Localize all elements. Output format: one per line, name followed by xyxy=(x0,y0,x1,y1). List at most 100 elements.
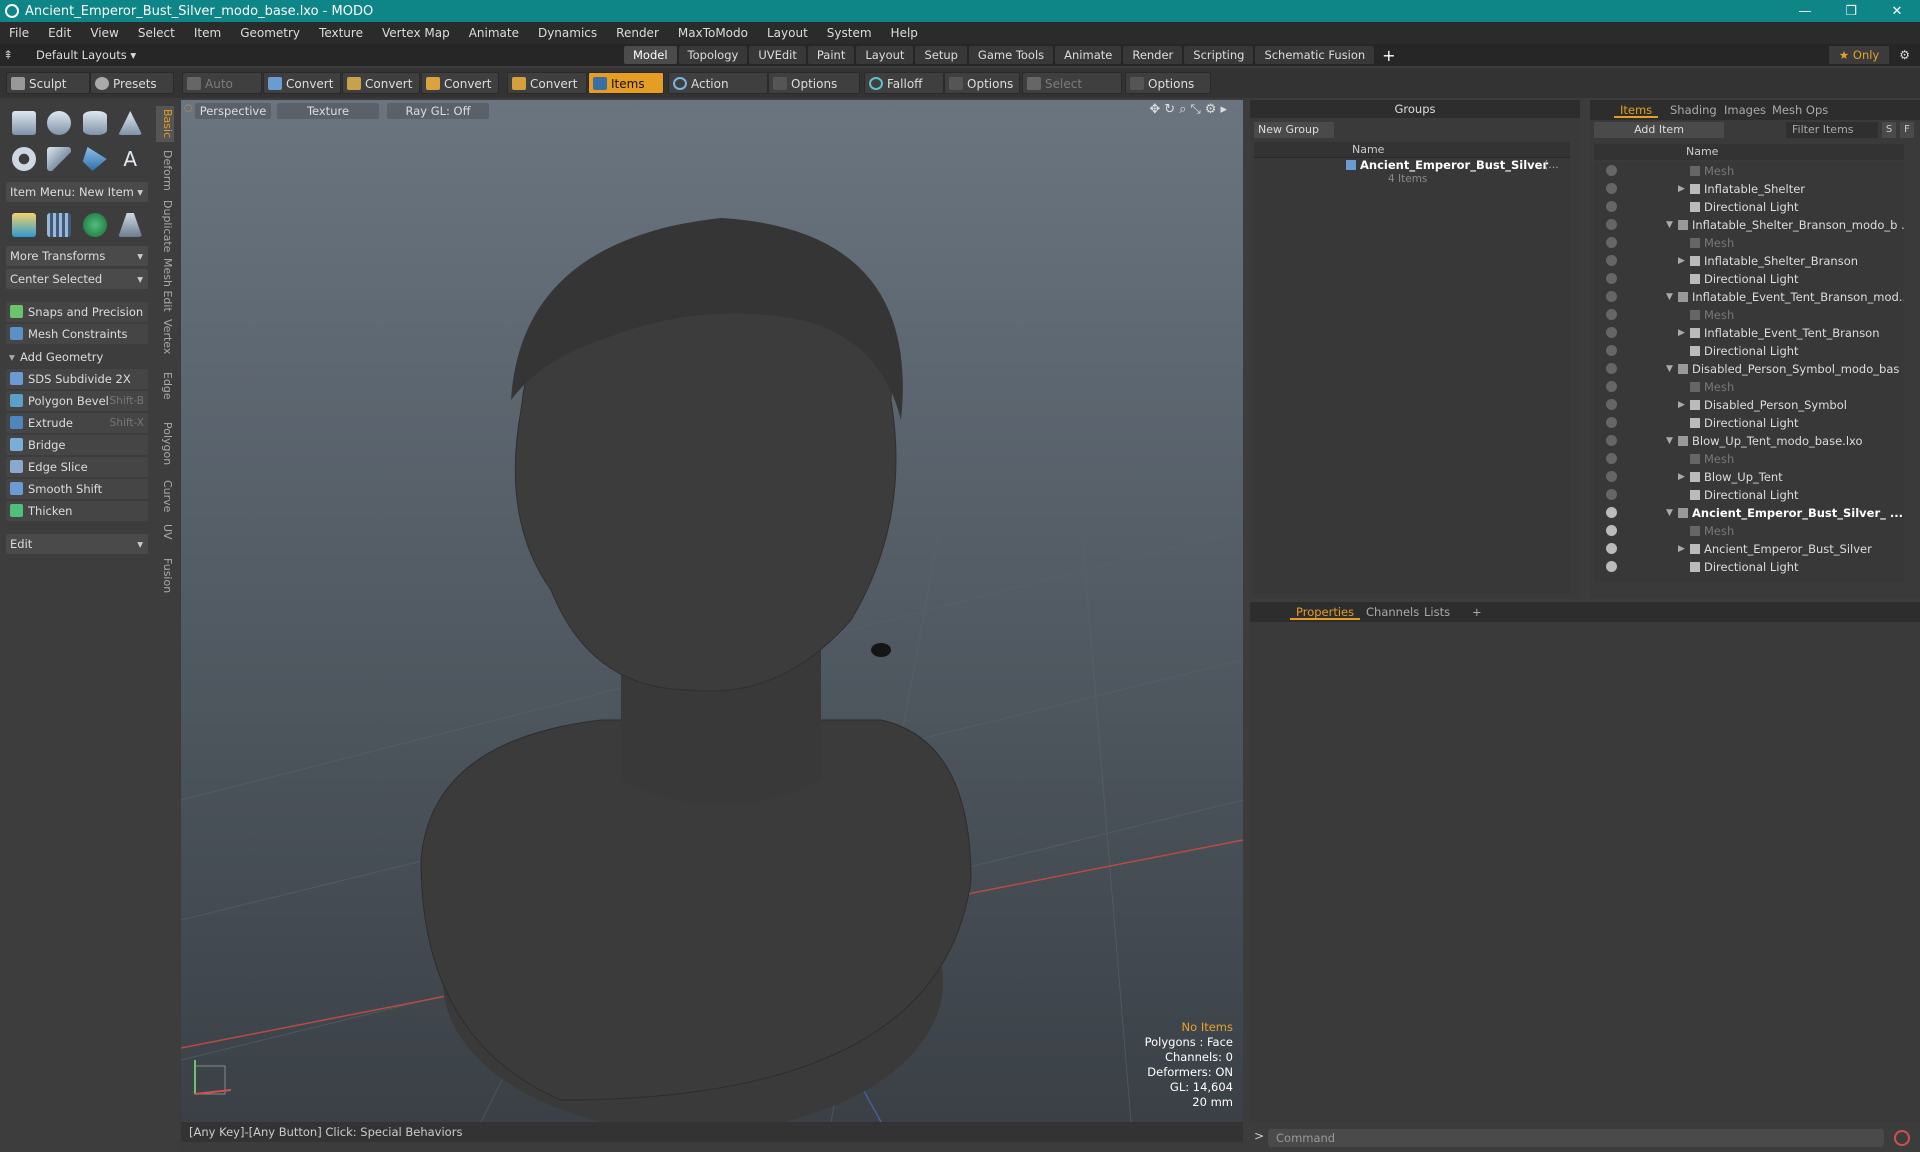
tab-uvedit[interactable]: UVEdit xyxy=(749,46,806,64)
menu-geometry[interactable]: Geometry xyxy=(231,26,310,40)
add-geometry-header[interactable]: ▾ Add Geometry xyxy=(6,347,148,367)
text-icon[interactable]: A xyxy=(118,147,142,171)
visibility-eye-icon[interactable] xyxy=(1606,219,1617,230)
menu-animate[interactable]: Animate xyxy=(460,26,529,40)
visibility-eye-icon[interactable] xyxy=(1606,435,1617,446)
tool-thicken[interactable]: Thicken xyxy=(6,501,148,521)
menu-dynamics[interactable]: Dynamics xyxy=(529,26,607,40)
tree-item-row[interactable]: ▼ Ancient_Emperor_Bust_Silver_ ... xyxy=(1594,504,1904,522)
visibility-eye-icon[interactable] xyxy=(1606,183,1617,194)
only-button[interactable]: ★ Only xyxy=(1828,46,1890,64)
viewport-menu-icon[interactable]: ◌ xyxy=(184,103,193,114)
props-add-tab-button[interactable]: + xyxy=(1466,604,1488,620)
visibility-eye-icon[interactable] xyxy=(1606,291,1617,302)
items-tab-mesh-ops[interactable]: Mesh Ops xyxy=(1766,102,1834,118)
tab-model[interactable]: Model xyxy=(624,46,677,64)
visibility-eye-icon[interactable] xyxy=(1606,471,1617,482)
convert-vertices-button[interactable]: Convert xyxy=(263,72,341,94)
tool-polygon-bevel[interactable]: Polygon Bevel Shift-B xyxy=(6,391,148,411)
visibility-eye-icon[interactable] xyxy=(1606,237,1617,248)
filter-f-button[interactable]: F xyxy=(1900,122,1914,138)
tab-topology[interactable]: Topology xyxy=(678,46,748,64)
tree-item-row[interactable]: Directional Light xyxy=(1594,198,1904,216)
items-mode-button[interactable]: Items xyxy=(588,72,664,94)
visibility-eye-icon[interactable] xyxy=(1606,561,1617,572)
mesh-constraints-button[interactable]: Mesh Constraints xyxy=(6,324,148,344)
tool-extrude[interactable]: Extrude Shift-X xyxy=(6,413,148,433)
vtab-polygon[interactable]: Polygon xyxy=(156,416,174,472)
group-row[interactable]: Ancient_Emperor_Bust_Silver (... 4 Items xyxy=(1254,158,1570,190)
menu-vertex-map[interactable]: Vertex Map xyxy=(373,26,460,40)
capsule-icon[interactable] xyxy=(47,147,72,171)
menu-layout[interactable]: Layout xyxy=(758,26,818,40)
expand-arrow-icon[interactable]: ▼ xyxy=(1666,216,1673,234)
tab-scripting[interactable]: Scripting xyxy=(1184,46,1254,64)
tree-item-row[interactable]: ▼ Inflatable_Shelter_Branson_modo_b ... xyxy=(1594,216,1904,234)
tool-smooth-shift[interactable]: Smooth Shift xyxy=(6,479,148,499)
tab-game-tools[interactable]: Game Tools xyxy=(968,46,1054,64)
minimize-button[interactable]: — xyxy=(1782,4,1828,19)
visibility-eye-icon[interactable] xyxy=(1606,417,1617,428)
edit-dropdown[interactable]: Edit xyxy=(6,534,148,554)
visibility-eye-icon[interactable] xyxy=(1606,327,1617,338)
tool-sds-subdivide-2x[interactable]: SDS Subdivide 2X xyxy=(6,369,148,389)
menu-edit[interactable]: Edit xyxy=(39,26,81,40)
cone-icon[interactable] xyxy=(118,111,143,135)
menu-file[interactable]: File xyxy=(0,26,39,40)
tree-item-row[interactable]: ▶ Ancient_Emperor_Bust_Silver xyxy=(1594,540,1904,558)
auto-select-button[interactable]: Auto Select xyxy=(182,72,262,113)
select-through-button[interactable]: Select Through xyxy=(1022,72,1122,113)
expand-arrow-icon[interactable]: ▶ xyxy=(1678,252,1685,270)
tree-item-row[interactable]: Mesh xyxy=(1594,378,1904,396)
tab-layout[interactable]: Layout xyxy=(856,46,914,64)
filter-items-input[interactable]: Filter Items xyxy=(1786,122,1878,138)
expand-arrow-icon[interactable]: ▼ xyxy=(1666,288,1673,306)
presets-button[interactable]: Presets F6 xyxy=(90,72,174,113)
tab-schematic-fusion[interactable]: Schematic Fusion xyxy=(1255,46,1375,64)
cube-icon[interactable] xyxy=(11,111,36,135)
expand-arrow-icon[interactable]: ▼ xyxy=(1666,504,1673,522)
menu-maxtomodo[interactable]: MaxToModo xyxy=(669,26,758,40)
more-transforms-dropdown[interactable]: More Transforms xyxy=(6,246,148,266)
default-layouts-dropdown[interactable]: Default Layouts ▾ xyxy=(36,48,576,62)
props-tab-properties[interactable]: Properties xyxy=(1290,604,1361,620)
item-menu-dropdown[interactable]: Item Menu: New Item xyxy=(6,182,148,202)
options-button-1[interactable]: Options xyxy=(768,72,860,94)
maximize-button[interactable]: ❐ xyxy=(1828,4,1874,19)
menu-select[interactable]: Select xyxy=(129,26,185,40)
tree-item-row[interactable]: Mesh xyxy=(1594,522,1904,540)
transform-icon[interactable] xyxy=(11,213,36,237)
raygl-dropdown[interactable]: Ray GL: Off xyxy=(387,103,489,119)
visibility-eye-icon[interactable] xyxy=(1606,525,1617,536)
vtab-vertex[interactable]: Vertex xyxy=(156,318,174,356)
tab-paint[interactable]: Paint xyxy=(807,46,855,64)
tool-bridge[interactable]: Bridge xyxy=(6,435,148,455)
new-group-button[interactable]: New Group xyxy=(1254,122,1334,138)
viewport-nav-icons[interactable]: ✥↻⌕⤡⚙▸ xyxy=(1149,102,1231,117)
menu-system[interactable]: System xyxy=(818,26,882,40)
vtab-uv[interactable]: UV xyxy=(156,520,174,544)
vtab-deform[interactable]: Deform xyxy=(156,146,174,194)
menu-texture[interactable]: Texture xyxy=(310,26,373,40)
snaps-precision-button[interactable]: Snaps and Precision xyxy=(6,302,148,322)
menu-view[interactable]: View xyxy=(81,26,128,40)
convert-items-button[interactable]: Convert xyxy=(507,72,587,94)
items-tab-items[interactable]: Items xyxy=(1614,102,1659,118)
tab-animate[interactable]: Animate xyxy=(1055,46,1122,64)
convert-polygons-button[interactable]: Convert xyxy=(421,72,499,94)
expand-arrow-icon[interactable]: ▼ xyxy=(1666,432,1673,450)
vtab-curve[interactable]: Curve xyxy=(156,478,174,514)
tree-item-row[interactable]: Directional Light xyxy=(1594,342,1904,360)
layout-arrow-icon[interactable]: ⇞ xyxy=(0,48,16,62)
tree-item-row[interactable]: Directional Light xyxy=(1594,486,1904,504)
tab-setup[interactable]: Setup xyxy=(915,46,967,64)
tree-item-row[interactable]: ▶ Blow_Up_Tent xyxy=(1594,468,1904,486)
visibility-eye-icon[interactable] xyxy=(1606,399,1617,410)
props-tab-channels[interactable]: Channels xyxy=(1360,604,1425,620)
tree-item-row[interactable]: Mesh xyxy=(1594,162,1904,180)
expand-arrow-icon[interactable]: ▶ xyxy=(1678,396,1685,414)
tree-item-row[interactable]: ▶ Inflatable_Shelter xyxy=(1594,180,1904,198)
add-tab-button[interactable]: + xyxy=(1382,46,1395,65)
expand-arrow-icon[interactable]: ▶ xyxy=(1678,540,1685,558)
visibility-eye-icon[interactable] xyxy=(1606,201,1617,212)
